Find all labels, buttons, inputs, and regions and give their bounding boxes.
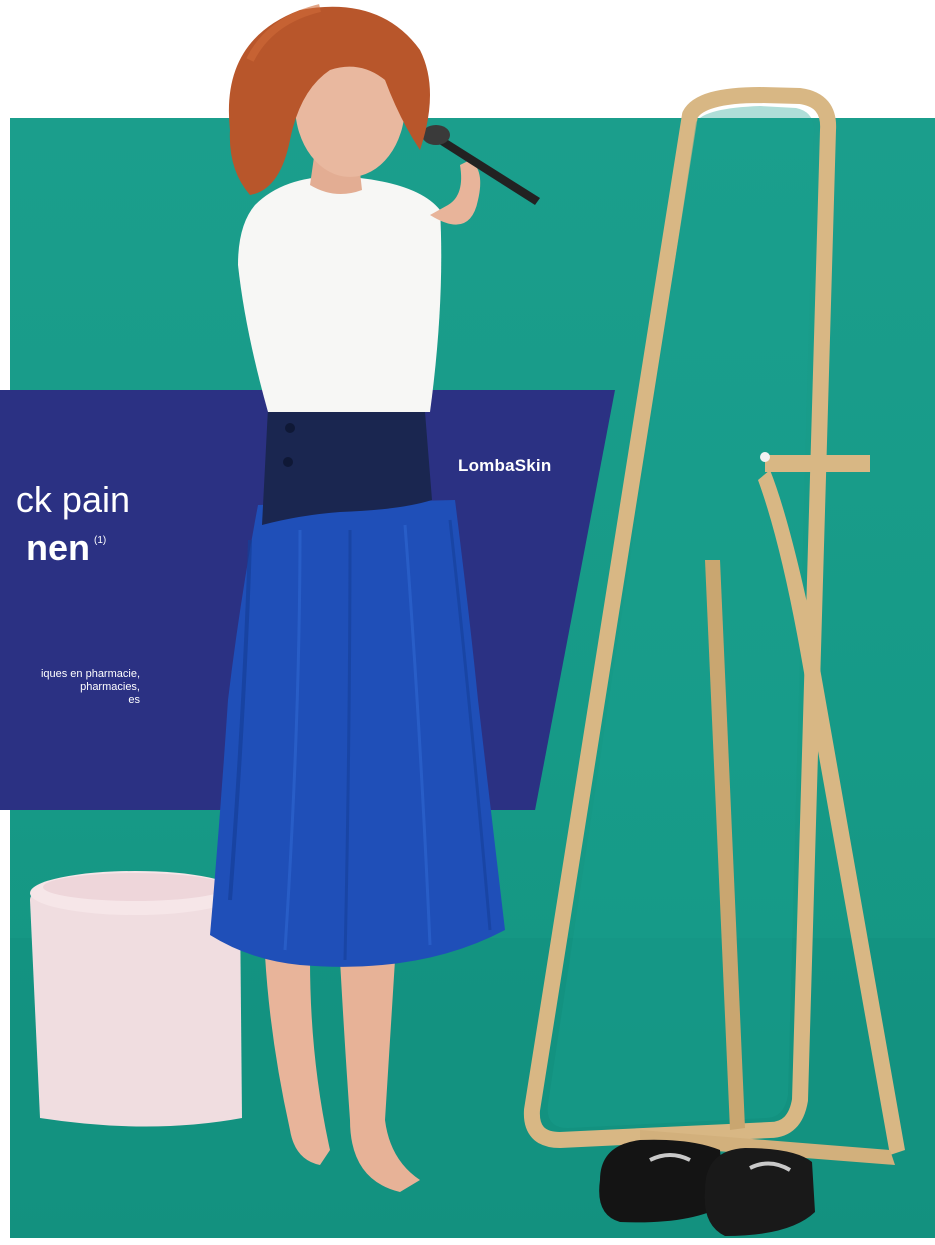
headline-line-1: ck pain (15, 479, 130, 520)
fine-print-line-2: pharmacies, (80, 681, 140, 693)
woman-figure (210, 4, 540, 1192)
photo-illustration (30, 4, 905, 1236)
pink-stool (30, 871, 242, 1127)
standing-mirror (523, 87, 905, 1165)
brand-name: LombaSkin (458, 456, 552, 475)
footnote-mark: (1) (94, 535, 107, 546)
headline-line-2: nen (25, 527, 90, 568)
fine-print: iques en pharmacie, pharmacies, es (0, 668, 140, 707)
fine-print-line-1: iques en pharmacie, (40, 668, 140, 680)
black-shoes (599, 1139, 815, 1236)
ad-page: ck pain nen (1) iques en pharmacie, phar… (0, 0, 935, 1245)
fine-print-line-3: es (128, 694, 140, 706)
